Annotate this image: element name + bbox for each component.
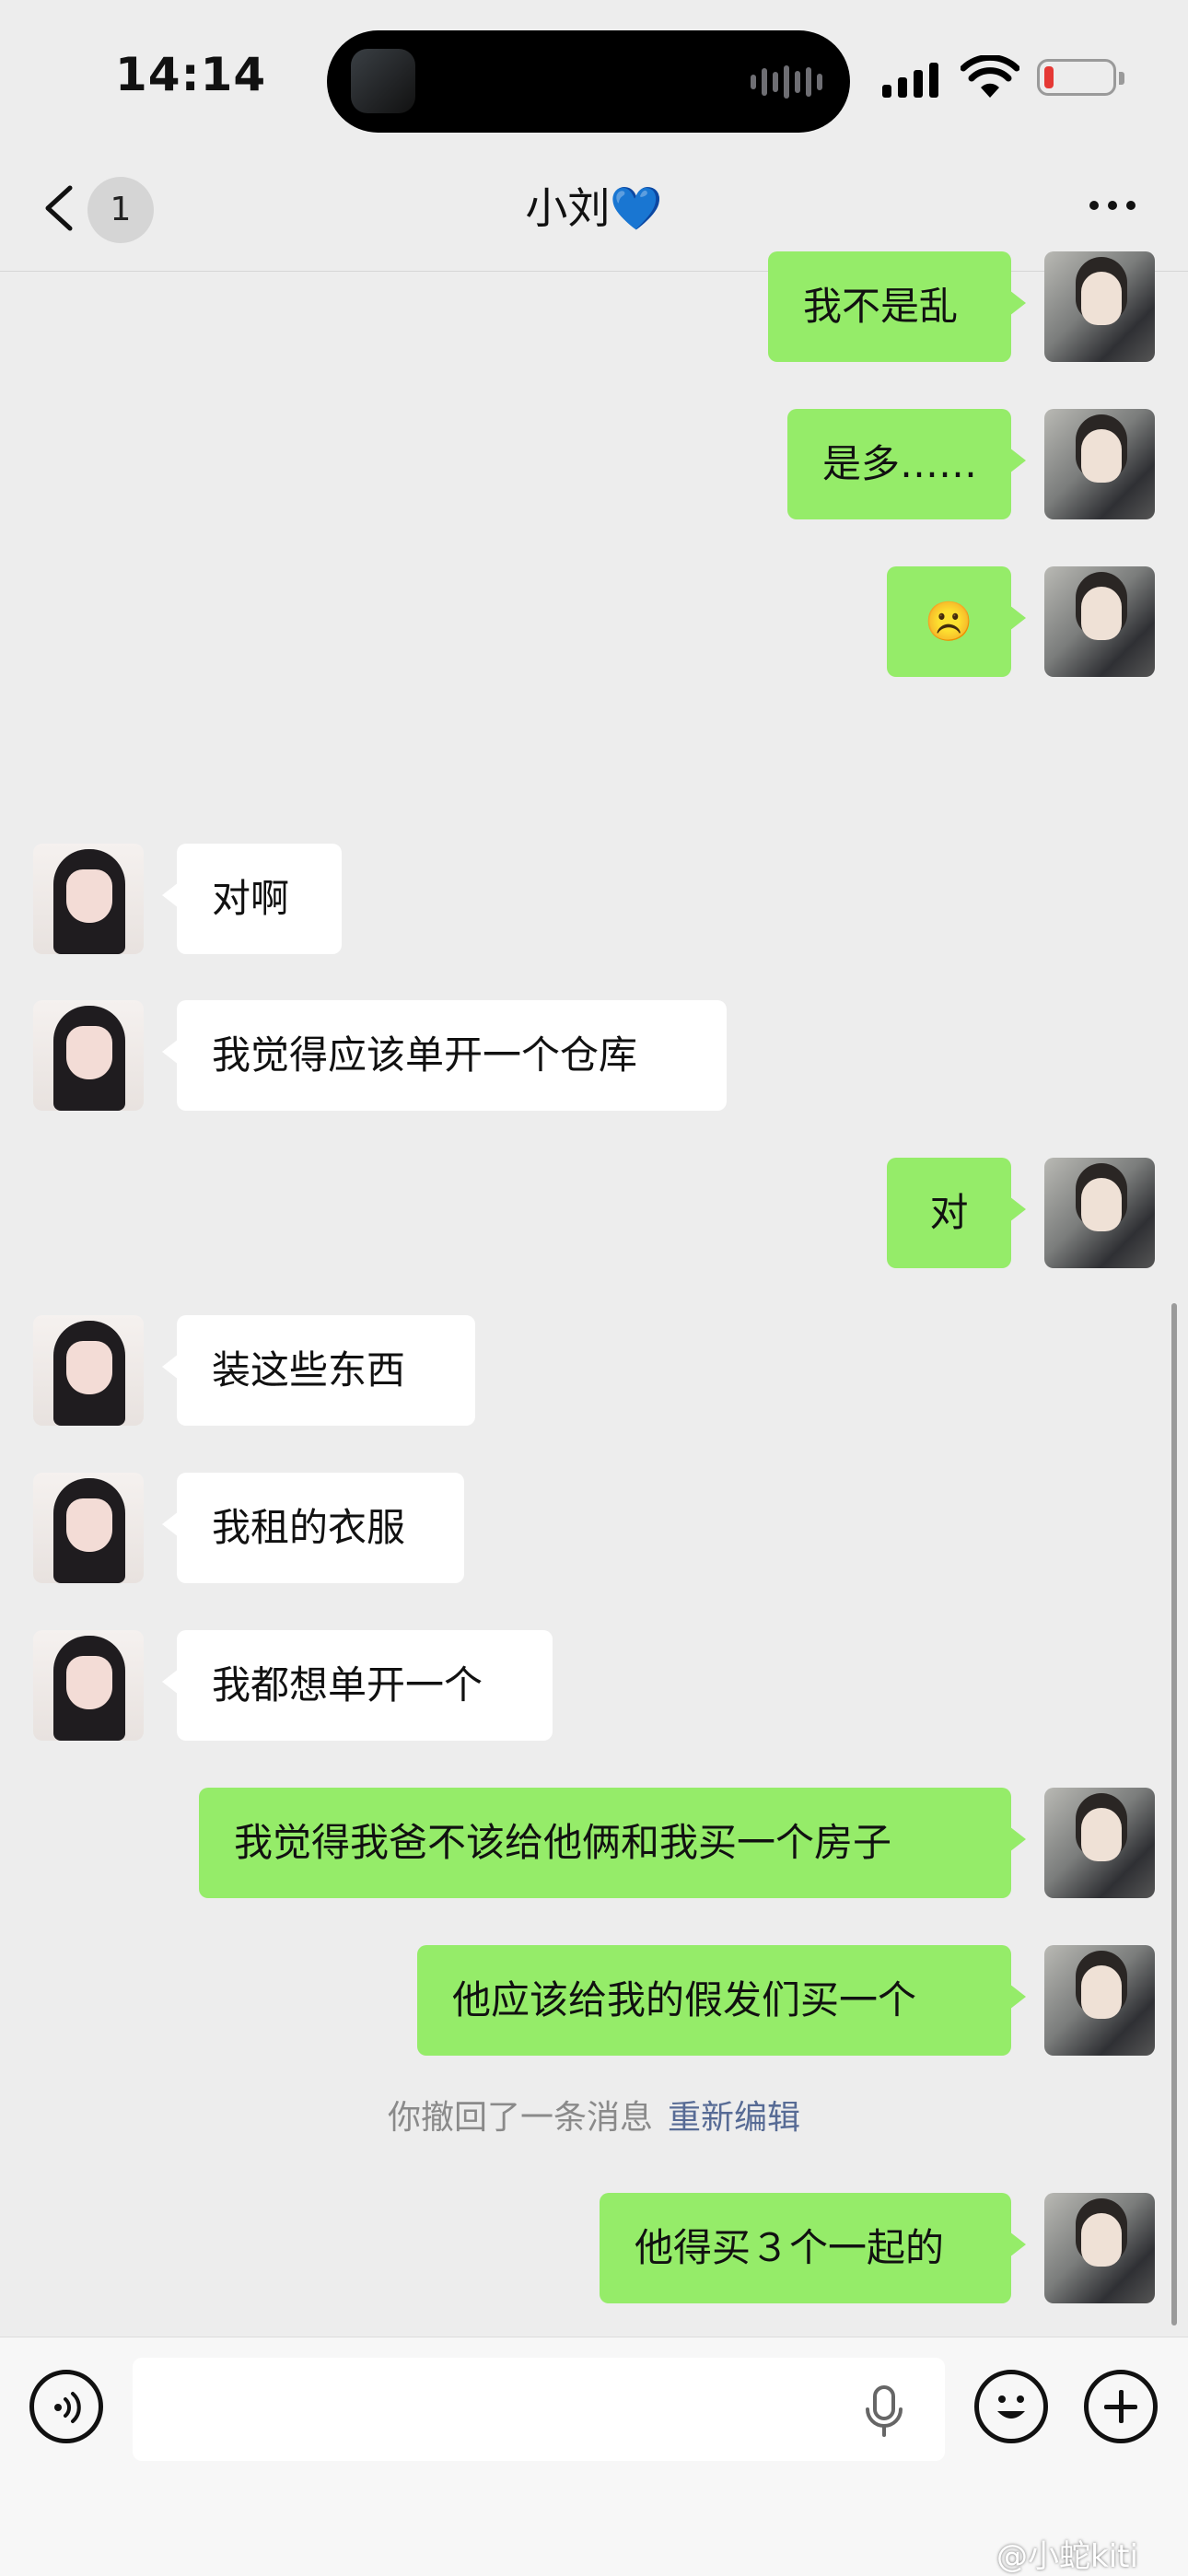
watermark: @小蛇kiti (996, 2538, 1138, 2575)
contact-avatar[interactable] (33, 1315, 144, 1426)
status-bar: 14:14 (0, 0, 1188, 147)
my-message-bubble[interactable]: ☹️ (887, 566, 1026, 677)
contact-message-bubble[interactable]: 对啊 (162, 844, 342, 954)
scrollbar[interactable] (1171, 1303, 1177, 2325)
status-time: 14:14 (115, 48, 267, 101)
battery-icon (1037, 59, 1124, 96)
contact-message-bubble[interactable]: 装这些东西 (162, 1315, 475, 1426)
message-input[interactable] (133, 2358, 945, 2461)
my-avatar[interactable] (1044, 566, 1155, 677)
my-message-bubble[interactable]: 他应该给我的假发们买一个 (417, 1945, 1026, 2056)
message-row: 我觉得应该单开一个仓库 (0, 1000, 1188, 1111)
now-playing-thumbnail (351, 49, 415, 113)
wifi-icon (961, 55, 1019, 98)
message-row: ☹️ (0, 566, 1188, 677)
dynamic-island[interactable] (327, 30, 850, 133)
my-message-bubble[interactable]: 对 (887, 1158, 1026, 1268)
message-row: 我租的衣服 (0, 1473, 1188, 1583)
contact-avatar[interactable] (33, 844, 144, 954)
voice-mode-icon[interactable] (29, 2370, 103, 2443)
message-row: 对啊 (0, 844, 1188, 954)
message-row: 我不是乱 (0, 251, 1188, 362)
contact-message-bubble[interactable]: 我租的衣服 (162, 1473, 464, 1583)
add-attachment-icon[interactable] (1084, 2370, 1158, 2443)
re-edit-link[interactable]: 重新编辑 (668, 2099, 800, 2137)
contact-avatar[interactable] (33, 1000, 144, 1111)
recall-notice: 你撤回了一条消息 重新编辑 (0, 2091, 1188, 2139)
my-avatar[interactable] (1044, 2193, 1155, 2303)
chat-title: 小刘💙 (525, 183, 663, 233)
my-avatar[interactable] (1044, 1158, 1155, 1268)
message-row: 装这些东西 (0, 1315, 1188, 1426)
my-message-bubble[interactable]: 他得买３个一起的 (600, 2193, 1026, 2303)
message-row: 是多…… (0, 409, 1188, 519)
recall-notice-text: 你撤回了一条消息 (387, 2099, 653, 2137)
my-message-bubble[interactable]: 是多…… (787, 409, 1026, 519)
cellular-signal-icon (882, 61, 938, 98)
contact-message-bubble[interactable]: 我觉得应该单开一个仓库 (162, 1000, 727, 1111)
my-avatar[interactable] (1044, 1945, 1155, 2056)
my-avatar[interactable] (1044, 1788, 1155, 1898)
emoji-icon[interactable] (974, 2370, 1048, 2443)
my-message-bubble[interactable]: 我觉得我爸不该给他俩和我买一个房子 (199, 1788, 1026, 1898)
contact-avatar[interactable] (33, 1473, 144, 1583)
contact-message-bubble[interactable]: 我都想单开一个 (162, 1630, 553, 1741)
more-options-icon[interactable] (1089, 201, 1136, 210)
my-message-bubble[interactable]: 我不是乱 (768, 251, 1026, 362)
message-row: 我觉得我爸不该给他俩和我买一个房子 (0, 1788, 1188, 1898)
my-avatar[interactable] (1044, 409, 1155, 519)
microphone-icon[interactable] (861, 2384, 907, 2439)
audio-wave-icon (751, 64, 822, 100)
message-row: 对 (0, 1158, 1188, 1268)
my-avatar[interactable] (1044, 251, 1155, 362)
contact-avatar[interactable] (33, 1630, 144, 1741)
message-row: 他得买３个一起的 (0, 2193, 1188, 2303)
message-row: 他应该给我的假发们买一个 (0, 1945, 1188, 2056)
message-row: 我都想单开一个 (0, 1630, 1188, 1741)
